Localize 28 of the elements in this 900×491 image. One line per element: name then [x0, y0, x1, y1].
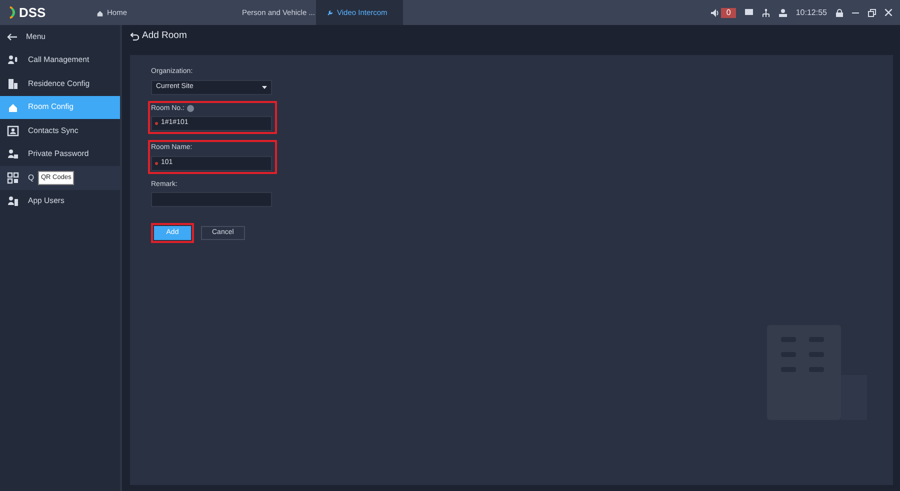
user-icon: [778, 8, 787, 16]
undo-icon: [130, 32, 139, 41]
alarm-count: 0: [721, 8, 736, 18]
clock-time: 10:12:55: [796, 6, 827, 18]
logo-icon: [8, 6, 17, 19]
input-field[interactable]: [151, 192, 272, 207]
monitor-icon: [744, 8, 753, 16]
home-icon: [96, 8, 104, 16]
wrench-icon: [326, 8, 334, 16]
lock-icon: [836, 8, 843, 16]
required-dot: [155, 162, 158, 164]
close-icon: [885, 9, 892, 16]
caret-icon: [262, 86, 267, 88]
page-title: Add Room: [142, 29, 187, 44]
app-logo: DSS: [19, 4, 46, 22]
contact-card-icon: [7, 124, 19, 137]
building-icon: [7, 78, 19, 90]
home-icon: [7, 101, 19, 114]
person-lock-icon: [7, 148, 19, 160]
back-arrow-icon: [7, 32, 17, 41]
speaker-icon: [711, 8, 720, 16]
qr-code-icon: [7, 172, 19, 184]
info-icon: [187, 105, 194, 112]
required-dot: [155, 122, 158, 125]
network-icon: [762, 8, 770, 16]
person-phone-icon: [7, 195, 19, 208]
person-microphone-icon: [7, 54, 19, 66]
restore-icon: [868, 8, 876, 16]
